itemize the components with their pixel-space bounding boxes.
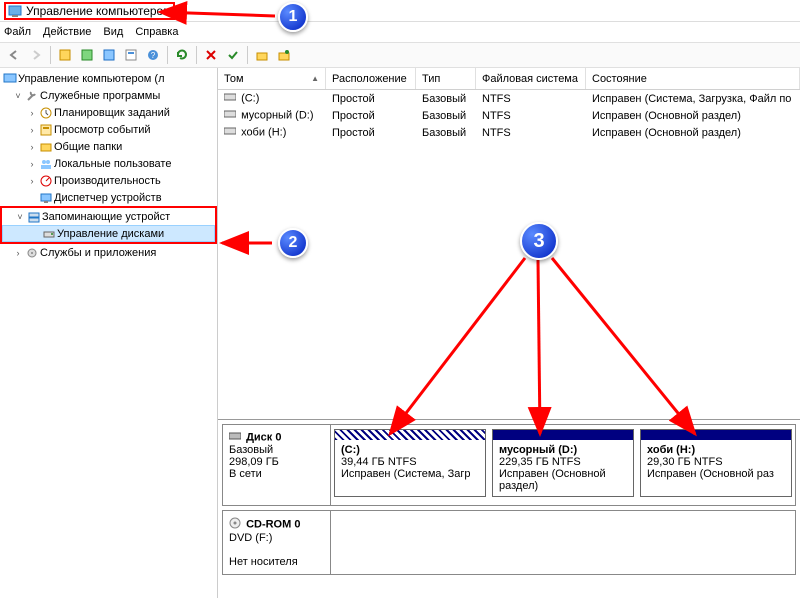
menu-file[interactable]: Файл xyxy=(4,26,31,38)
drive-icon xyxy=(224,109,238,122)
volume-row[interactable]: (C:) Простой Базовый NTFS Исправен (Сист… xyxy=(218,90,800,107)
col-volume[interactable]: Том▲ xyxy=(218,68,326,89)
help-button[interactable]: ? xyxy=(143,45,163,65)
col-type[interactable]: Тип xyxy=(416,68,476,89)
event-icon xyxy=(38,123,54,137)
forward-button[interactable] xyxy=(26,45,46,65)
col-fs[interactable]: Файловая система xyxy=(476,68,586,89)
menu-help[interactable]: Справка xyxy=(135,26,178,38)
toolbar-icon[interactable] xyxy=(99,45,119,65)
expand-icon[interactable]: › xyxy=(26,142,38,152)
disk-row[interactable]: Диск 0 Базовый 298,09 ГБ В сети (C:) 39,… xyxy=(222,424,796,506)
partition-c[interactable]: (C:) 39,44 ГБ NTFS Исправен (Система, За… xyxy=(334,429,486,497)
storage-icon xyxy=(26,210,42,224)
tree-system-tools[interactable]: ˅ Служебные программы xyxy=(0,87,217,104)
menu-action[interactable]: Действие xyxy=(43,26,91,38)
disk-icon xyxy=(229,431,243,444)
drive-icon xyxy=(224,92,238,105)
tree-local-users[interactable]: › Локальные пользовате xyxy=(0,155,217,172)
clock-icon xyxy=(38,106,54,120)
expand-icon[interactable]: › xyxy=(26,176,38,186)
services-icon xyxy=(24,246,40,260)
volume-row[interactable]: хоби (H:) Простой Базовый NTFS Исправен … xyxy=(218,124,800,141)
partition-h[interactable]: хоби (H:) 29,30 ГБ NTFS Исправен (Основн… xyxy=(640,429,792,497)
cdrom-info: CD-ROM 0 DVD (F:) Нет носителя xyxy=(223,511,331,574)
drive-icon xyxy=(224,126,238,139)
tree-device-manager[interactable]: Диспетчер устройств xyxy=(0,189,217,206)
tree-task-scheduler[interactable]: › Планировщик заданий xyxy=(0,104,217,121)
expand-icon[interactable]: › xyxy=(12,248,24,258)
refresh-button[interactable] xyxy=(172,45,192,65)
cdrom-row[interactable]: CD-ROM 0 DVD (F:) Нет носителя xyxy=(222,510,796,575)
titlebar: Управление компьютером xyxy=(0,0,800,22)
tree-event-viewer[interactable]: › Просмотр событий xyxy=(0,121,217,138)
tree-storage[interactable]: ˅ Запоминающие устройст xyxy=(2,208,215,225)
volume-row[interactable]: мусорный (D:) Простой Базовый NTFS Испра… xyxy=(218,107,800,124)
delete-button[interactable] xyxy=(201,45,221,65)
collapse-icon[interactable]: ˅ xyxy=(14,212,26,222)
tree-services[interactable]: › Службы и приложения xyxy=(0,244,217,261)
back-button[interactable] xyxy=(4,45,24,65)
tree-performance[interactable]: › Производительность xyxy=(0,172,217,189)
toolbar-icon[interactable] xyxy=(274,45,294,65)
perf-icon xyxy=(38,174,54,188)
folder-icon xyxy=(38,140,54,154)
tree-root[interactable]: Управление компьютером (л xyxy=(0,70,217,87)
toolbar-icon[interactable] xyxy=(55,45,75,65)
tools-icon xyxy=(24,89,40,103)
window-title: Управление компьютером xyxy=(26,4,171,18)
properties-button[interactable] xyxy=(121,45,141,65)
volume-list[interactable]: (C:) Простой Базовый NTFS Исправен (Сист… xyxy=(218,90,800,420)
collapse-icon[interactable]: ˅ xyxy=(12,91,24,101)
tree-shared-folders[interactable]: › Общие папки xyxy=(0,138,217,155)
volume-list-header: Том▲ Расположение Тип Файловая система С… xyxy=(218,68,800,90)
device-icon xyxy=(38,191,54,205)
col-status[interactable]: Состояние xyxy=(586,68,800,89)
expand-icon[interactable]: › xyxy=(26,108,38,118)
tree-disk-management[interactable]: Управление дисками xyxy=(2,225,215,242)
toolbar: ? xyxy=(0,42,800,68)
cdrom-icon xyxy=(229,517,243,532)
toolbar-icon[interactable] xyxy=(252,45,272,65)
disk-mgmt-icon xyxy=(41,227,57,241)
toolbar-icon[interactable] xyxy=(77,45,97,65)
sort-icon: ▲ xyxy=(311,74,319,83)
computer-icon xyxy=(2,72,18,86)
svg-text:?: ? xyxy=(151,51,156,60)
menu-view[interactable]: Вид xyxy=(103,26,123,38)
disk-info: Диск 0 Базовый 298,09 ГБ В сети xyxy=(223,425,331,505)
menubar: Файл Действие Вид Справка xyxy=(0,22,800,42)
app-icon xyxy=(8,4,22,18)
disk-graphical-view[interactable]: Диск 0 Базовый 298,09 ГБ В сети (C:) 39,… xyxy=(218,420,800,598)
navigation-tree[interactable]: Управление компьютером (л ˅ Служебные пр… xyxy=(0,68,218,598)
users-icon xyxy=(38,157,54,171)
expand-icon[interactable]: › xyxy=(26,125,38,135)
partition-d[interactable]: мусорный (D:) 229,35 ГБ NTFS Исправен (О… xyxy=(492,429,634,497)
checkmark-button[interactable] xyxy=(223,45,243,65)
col-layout[interactable]: Расположение xyxy=(326,68,416,89)
expand-icon[interactable]: › xyxy=(26,159,38,169)
